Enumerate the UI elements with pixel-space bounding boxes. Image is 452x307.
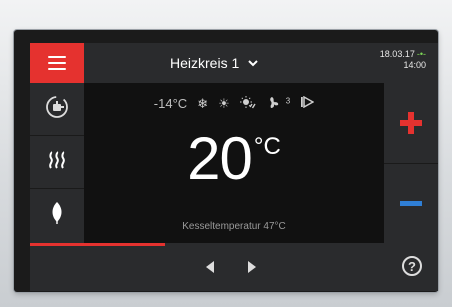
- page-nav: [204, 260, 258, 279]
- adjust-controls: [384, 83, 438, 243]
- heating-waves-icon: [46, 150, 68, 175]
- mode-sidebar: [30, 83, 84, 243]
- sidebar-item-hot-water[interactable]: [30, 83, 84, 136]
- sidebar-item-heating[interactable]: [30, 136, 84, 189]
- decrease-button[interactable]: [384, 163, 438, 243]
- header-bar: Heizkreis 1 18.03.17 -•- 14:00: [30, 43, 438, 83]
- fan-level: 3: [285, 96, 291, 106]
- sun-cloud-icon: [239, 95, 256, 112]
- minus-icon: [400, 200, 422, 206]
- snowflake-icon: ❄: [197, 95, 209, 111]
- increase-button[interactable]: [384, 83, 438, 164]
- date-time: 18.03.17 -•- 14:00: [380, 49, 426, 71]
- chevron-down-icon: [248, 59, 258, 67]
- hot-water-tap-icon: [44, 94, 70, 125]
- help-button[interactable]: ?: [402, 256, 422, 276]
- status-row: -14°C ❄ ☀ 3: [84, 95, 384, 112]
- setpoint-value: 20: [187, 125, 253, 192]
- arrow-right-icon[interactable]: [246, 260, 258, 279]
- date-text: 18.03.17: [379, 49, 415, 59]
- boiler-label: Kesseltemperatur: [182, 221, 261, 232]
- menu-button[interactable]: [30, 43, 84, 83]
- valve-icon: [300, 95, 315, 111]
- plus-icon: [400, 112, 422, 134]
- circuit-selector[interactable]: Heizkreis 1: [170, 53, 258, 73]
- hamburger-menu-icon: [48, 56, 66, 70]
- sidebar-item-eco[interactable]: [30, 189, 84, 241]
- boiler-temperature: Kesseltemperatur 47°C: [84, 221, 384, 232]
- sun-icon: ☀: [218, 95, 230, 111]
- time-text: 14:00: [403, 60, 426, 70]
- outdoor-temp: -14°C: [153, 96, 188, 111]
- arrow-left-icon[interactable]: [204, 260, 216, 279]
- footer-bar: ?: [30, 246, 438, 291]
- circuit-label: Heizkreis 1: [170, 55, 240, 71]
- main-display: -14°C ❄ ☀ 3 20°C Kesseltemperatur 47°C: [84, 83, 384, 243]
- setpoint-temperature: 20°C: [84, 129, 384, 189]
- setpoint-unit: °C: [253, 133, 281, 160]
- fan-level-3-icon: 3: [266, 95, 290, 112]
- boiler-value: 47°C: [263, 221, 286, 232]
- eco-leaf-icon: [50, 201, 64, 230]
- plug-icon: -•-: [416, 49, 426, 59]
- display-screen: Heizkreis 1 18.03.17 -•- 14:00 -14°C ❄ ☀…: [30, 43, 438, 291]
